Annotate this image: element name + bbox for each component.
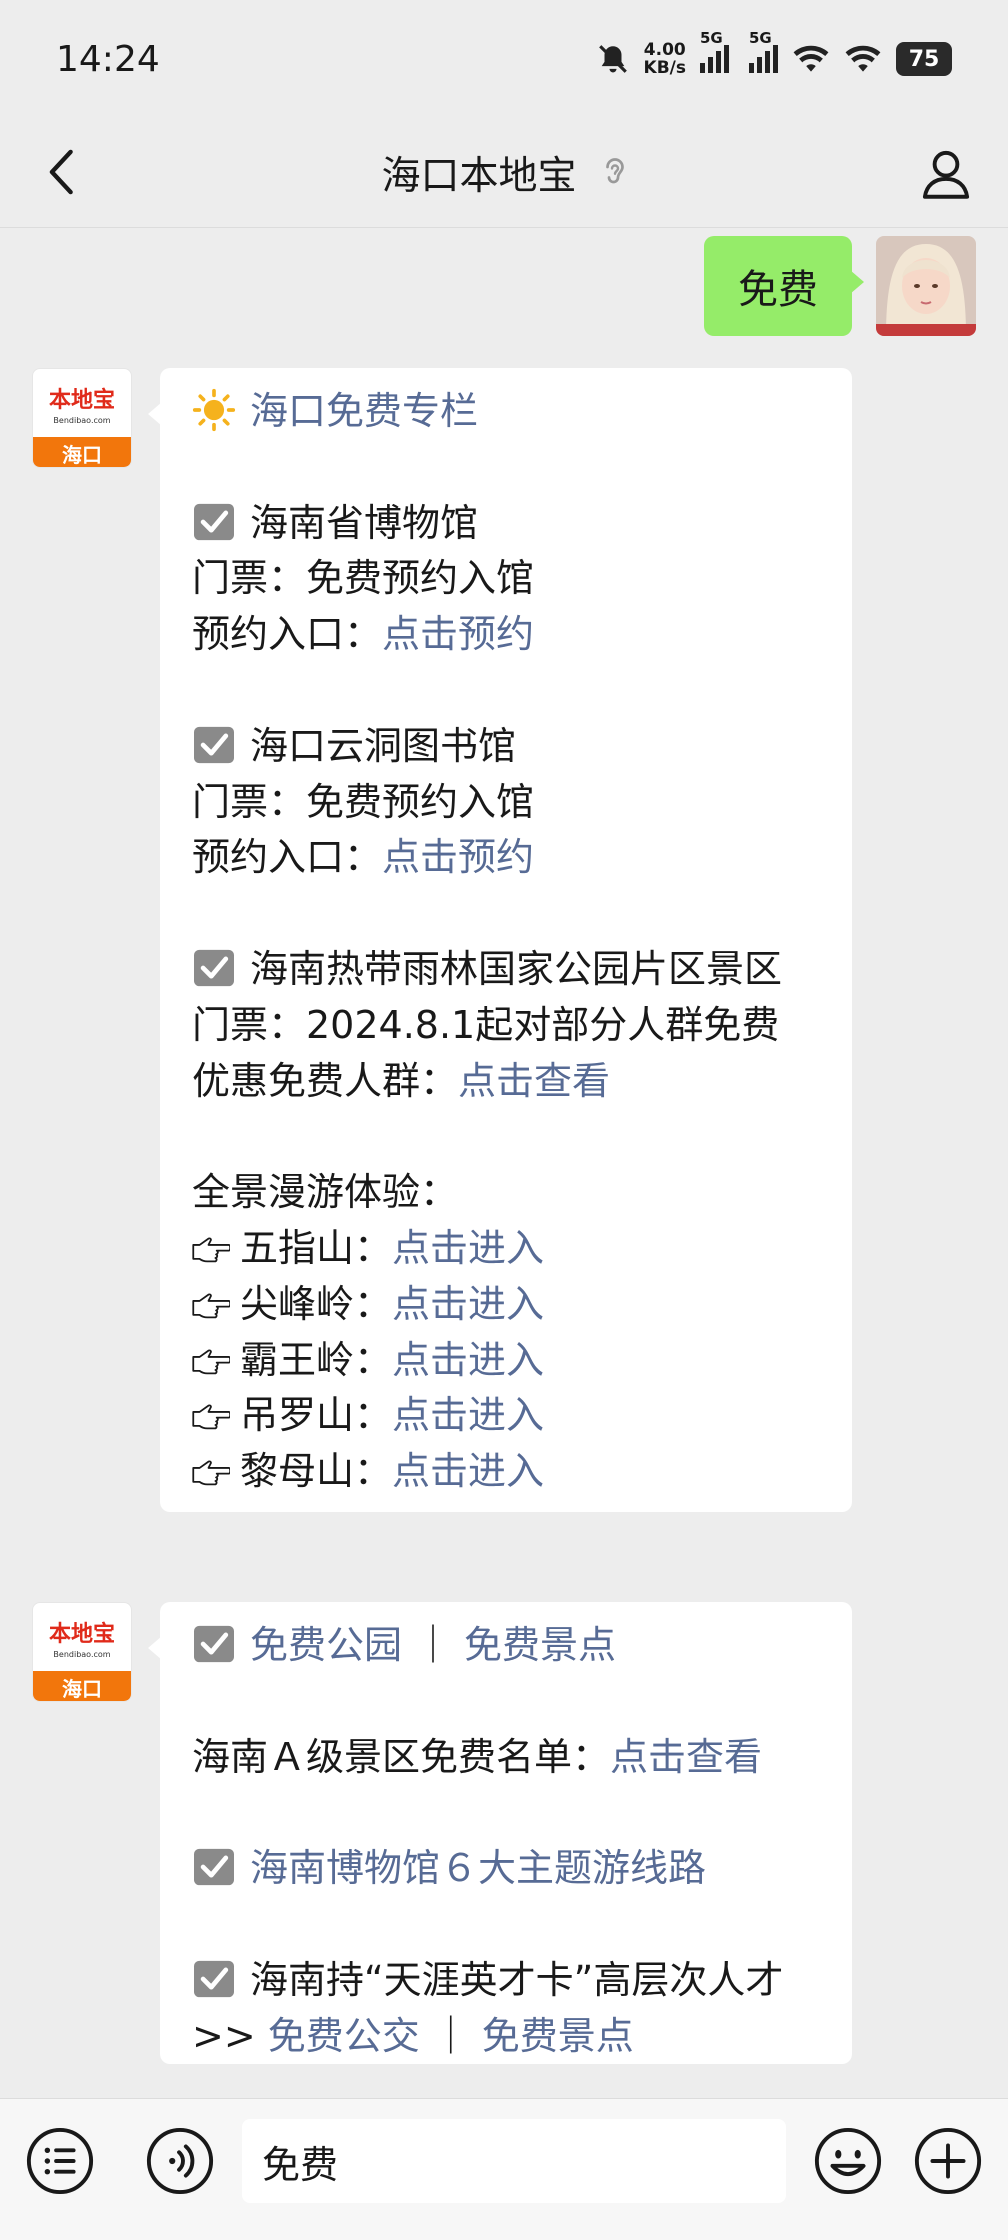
ticket-info: 门票：2024.8.1起对部分人群免费 bbox=[192, 1002, 780, 1047]
pointing-hand-icon bbox=[192, 1293, 230, 1319]
back-button[interactable] bbox=[34, 144, 90, 200]
status-bar: 14:24 4.00 KB/s 5G 5G 75 bbox=[0, 0, 1008, 118]
bot-message-free-parks: 免费公园｜免费景点 海南Ａ级景区免费名单：点击查看 海南博物馆６大主题游线路 海… bbox=[148, 1602, 852, 2065]
battery-indicator: 75 bbox=[896, 42, 952, 76]
checkbox-icon bbox=[194, 503, 234, 540]
column-title-line: 海口免费专栏 bbox=[192, 384, 820, 440]
message-input[interactable]: 免费 bbox=[242, 2119, 786, 2203]
enter-link[interactable]: 点击进入 bbox=[392, 1449, 544, 1493]
venue-name: 海口云洞图书馆 bbox=[250, 723, 517, 768]
separator: ｜ bbox=[414, 1623, 453, 1667]
status-icons: 4.00 KB/s 5G 5G 75 bbox=[596, 29, 952, 78]
pointing-hand-icon bbox=[192, 1460, 230, 1486]
tour-item: 五指山：点击进入 bbox=[192, 1221, 820, 1277]
free-bus-link[interactable]: 免费公交 bbox=[268, 2014, 420, 2058]
enter-link[interactable]: 点击进入 bbox=[392, 1338, 544, 1382]
pointing-hand-icon bbox=[192, 1349, 230, 1374]
ticket-info: 门票：免费预约入馆 bbox=[192, 779, 535, 824]
venue-name: 海南热带雨林国家公园片区景区 bbox=[250, 946, 783, 991]
reserve-link[interactable]: 点击预约 bbox=[382, 612, 534, 656]
mute-bell-icon bbox=[598, 45, 627, 73]
tour-item: 黎母山：点击进入 bbox=[192, 1444, 820, 1500]
venue-name: 海南省博物馆 bbox=[250, 500, 479, 545]
plus-icon bbox=[914, 2127, 982, 2195]
signal-icon-2: 5G bbox=[749, 29, 778, 73]
status-time: 14:24 bbox=[56, 38, 160, 80]
pointing-hand-icon bbox=[192, 1404, 230, 1430]
view-link[interactable]: 点击查看 bbox=[610, 1735, 762, 1779]
user-avatar-image bbox=[876, 236, 976, 336]
checkbox-icon bbox=[194, 1625, 234, 1663]
signal-icon-1: 5G bbox=[700, 29, 729, 73]
checkbox-icon bbox=[194, 949, 234, 987]
input-bar: 免费 bbox=[0, 2098, 1008, 2240]
user-message: 免费 bbox=[704, 236, 976, 336]
entry-label: 优惠免费人群： bbox=[192, 1058, 459, 1103]
ear-icon bbox=[605, 157, 624, 183]
reserve-link[interactable]: 点击预约 bbox=[382, 835, 534, 879]
bot-avatar[interactable]: 本地宝 Bendibao.com 海口 bbox=[32, 368, 132, 468]
chat-header: 海口本地宝 bbox=[0, 118, 1008, 228]
pointing-hand-icon bbox=[192, 1237, 230, 1263]
user-bubble[interactable]: 免费 bbox=[704, 236, 864, 336]
network-speed: 4.00 KB/s bbox=[643, 40, 686, 78]
routes-link[interactable]: 海南博物馆６大主题游线路 bbox=[250, 1846, 706, 1890]
checkbox-icon bbox=[194, 1849, 234, 1886]
profile-button[interactable] bbox=[914, 142, 978, 206]
view-link[interactable]: 点击查看 bbox=[458, 1059, 610, 1103]
user-avatar[interactable] bbox=[876, 236, 976, 336]
bot-avatar[interactable]: 本地宝 Bendibao.com 海口 bbox=[32, 1602, 132, 1702]
wifi-icon bbox=[793, 45, 829, 72]
voice-button[interactable] bbox=[144, 2125, 216, 2197]
chat-messages[interactable]: 免费 本地宝 Bendibao.com 海口 海口免费专栏 海南省博物馆 门票：… bbox=[0, 228, 1008, 2098]
free-park-link[interactable]: 免费公园 bbox=[250, 1623, 402, 1667]
more-button[interactable] bbox=[912, 2125, 984, 2197]
separator: ｜ bbox=[431, 2013, 470, 2058]
entry-label: 预约入口： bbox=[192, 835, 383, 880]
list-menu-icon bbox=[26, 2127, 94, 2195]
voice-icon bbox=[146, 2127, 214, 2195]
emoji-button[interactable] bbox=[812, 2125, 884, 2197]
person-icon bbox=[922, 150, 970, 199]
enter-link[interactable]: 点击进入 bbox=[392, 1226, 544, 1270]
free-spot-link[interactable]: 免费景点 bbox=[464, 1623, 616, 1667]
checkbox-icon bbox=[194, 1960, 234, 1997]
enter-link[interactable]: 点击进入 bbox=[392, 1282, 544, 1326]
emoji-icon bbox=[814, 2127, 882, 2195]
enter-link[interactable]: 点击进入 bbox=[392, 1393, 544, 1437]
tour-title: 全景漫游体验： bbox=[192, 1170, 459, 1215]
talent-text: 海南持“天涯英才卡”高层次人才 bbox=[250, 1957, 784, 2002]
menu-button[interactable] bbox=[24, 2125, 96, 2197]
list-label: 海南Ａ级景区免费名单： bbox=[192, 1734, 611, 1779]
checkbox-icon bbox=[194, 726, 234, 763]
back-chevron-icon bbox=[49, 149, 73, 195]
free-spot-link[interactable]: 免费景点 bbox=[482, 2014, 634, 2058]
page-title: 海口本地宝 bbox=[381, 153, 577, 199]
tour-item: 霸王岭：点击进入 bbox=[192, 1333, 820, 1389]
sun-icon bbox=[192, 388, 236, 432]
tour-item: 尖峰岭：点击进入 bbox=[192, 1277, 820, 1333]
ticket-info: 门票：免费预约入馆 bbox=[192, 556, 535, 601]
wifi-icon-2 bbox=[845, 45, 881, 72]
more-prefix: >> bbox=[192, 2013, 256, 2058]
column-title-link[interactable]: 海口免费专栏 bbox=[250, 389, 478, 433]
entry-label: 预约入口： bbox=[192, 612, 383, 657]
tour-item: 吊罗山：点击进入 bbox=[192, 1388, 820, 1444]
bot-message-free-column: 海口免费专栏 海南省博物馆 门票：免费预约入馆 预约入口：点击预约 海口云洞图书… bbox=[148, 368, 852, 1512]
